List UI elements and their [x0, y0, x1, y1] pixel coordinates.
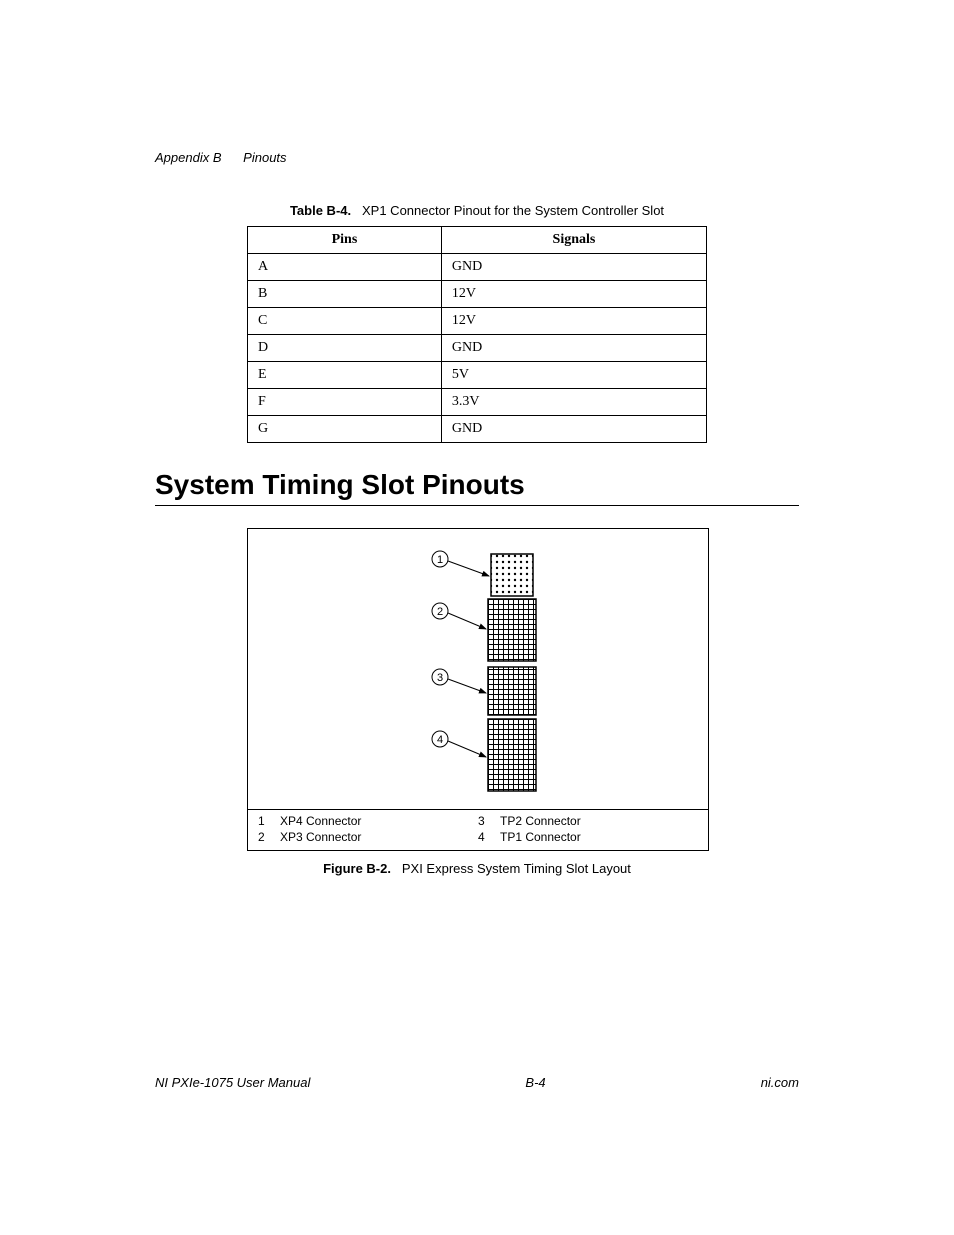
figure-wrap: 1 2 3 4: [247, 528, 707, 876]
footer-left: NI PXIe-1075 User Manual: [155, 1075, 310, 1090]
callout-num-4: 4: [437, 734, 443, 746]
connector-tp1: [488, 719, 536, 791]
table-caption-label: Table B-4.: [290, 203, 351, 218]
legend-item: 4 TP1 Connector: [478, 830, 698, 844]
connector-layout-svg: 1 2 3 4: [248, 529, 708, 809]
connector-xp4: [491, 554, 533, 596]
table-row: B12V: [248, 281, 707, 308]
table-row: DGND: [248, 335, 707, 362]
table-row: C12V: [248, 308, 707, 335]
connector-tp2: [488, 667, 536, 715]
col-header-pins: Pins: [248, 227, 442, 254]
page-header: Appendix B Pinouts: [155, 150, 799, 165]
legend-item: 2 XP3 Connector: [258, 830, 478, 844]
page-footer: NI PXIe-1075 User Manual B-4 ni.com: [155, 1075, 799, 1090]
figure-caption-text: PXI Express System Timing Slot Layout: [402, 861, 631, 876]
table-caption-text: XP1 Connector Pinout for the System Cont…: [362, 203, 664, 218]
header-appendix: Appendix B: [155, 150, 222, 165]
callout-line-1: [448, 561, 489, 576]
table-row: AGND: [248, 254, 707, 281]
col-header-signals: Signals: [441, 227, 706, 254]
table-row: GGND: [248, 416, 707, 443]
footer-right: ni.com: [761, 1075, 799, 1090]
connector-xp3: [488, 599, 536, 661]
figure-legend: 1 XP4 Connector 2 XP3 Connector 3 TP2 Co…: [248, 809, 708, 850]
figure-caption-label: Figure B-2.: [323, 861, 391, 876]
header-section: Pinouts: [243, 150, 286, 165]
callout-line-2: [448, 613, 486, 629]
callout-num-2: 2: [437, 606, 443, 618]
callout-line-4: [448, 741, 486, 757]
legend-item: 3 TP2 Connector: [478, 814, 698, 828]
figure-caption: Figure B-2. PXI Express System Timing Sl…: [247, 861, 707, 876]
table-row: F3.3V: [248, 389, 707, 416]
footer-center: B-4: [525, 1075, 545, 1090]
pinout-table: Pins Signals AGND B12V C12V DGND E5V F3.…: [247, 226, 707, 443]
section-title: System Timing Slot Pinouts: [155, 469, 799, 501]
legend-item: 1 XP4 Connector: [258, 814, 478, 828]
figure-box: 1 2 3 4: [247, 528, 709, 851]
table-row: E5V: [248, 362, 707, 389]
table-caption: Table B-4. XP1 Connector Pinout for the …: [155, 203, 799, 218]
callout-num-3: 3: [437, 672, 443, 684]
section-rule: [155, 505, 799, 506]
callout-num-1: 1: [437, 554, 443, 566]
callout-line-3: [448, 679, 486, 693]
